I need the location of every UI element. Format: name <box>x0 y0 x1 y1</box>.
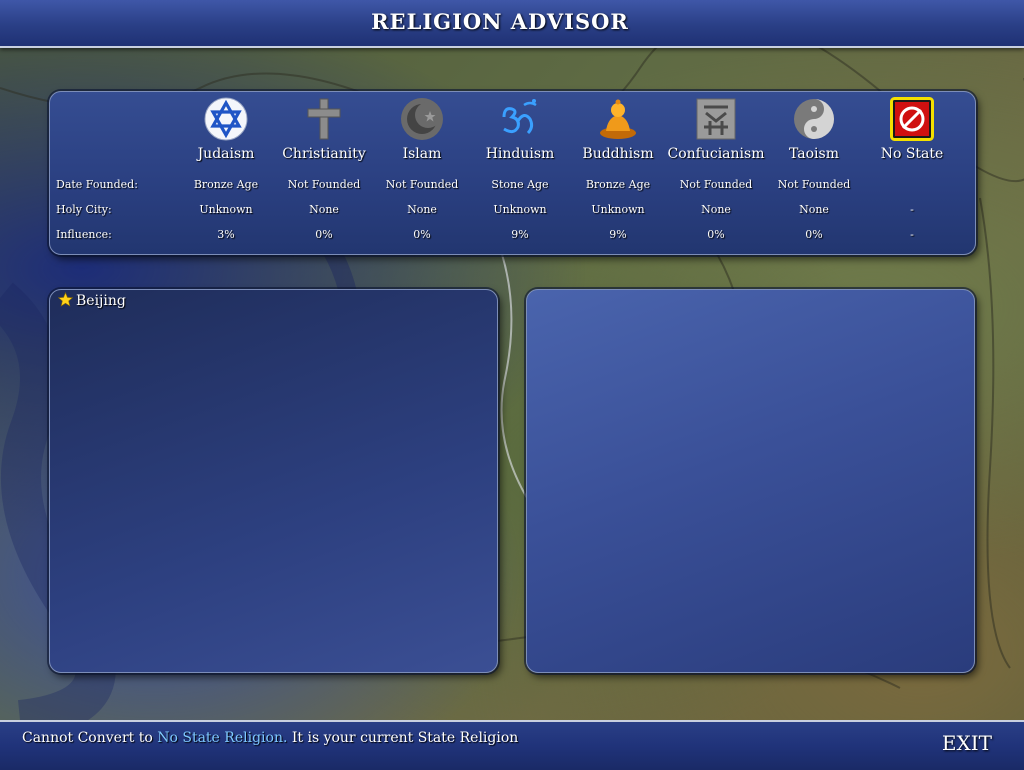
header-bar: RELIGION ADVISOR <box>0 0 1024 48</box>
crescent-icon[interactable] <box>400 97 444 141</box>
page-title: RELIGION ADVISOR <box>371 9 629 34</box>
yin-yang-icon[interactable] <box>792 97 836 141</box>
om-icon[interactable] <box>498 97 542 141</box>
star-of-david-icon[interactable] <box>204 97 248 141</box>
cross-icon[interactable] <box>302 97 346 141</box>
influence-value: - <box>910 228 914 241</box>
confucian-icon[interactable] <box>694 97 738 141</box>
footer-bar: Cannot Convert to No State Religion. It … <box>0 720 1024 770</box>
status-prefix: Cannot Convert to <box>22 730 158 746</box>
city-name: Beijing <box>76 293 126 309</box>
city-list-item[interactable]: Beijing <box>58 292 126 309</box>
date-founded-value: Not Founded <box>777 178 851 191</box>
row-label-influence: Influence: <box>56 228 112 241</box>
status-message: Cannot Convert to No State Religion. It … <box>22 730 518 746</box>
exit-button[interactable]: EXIT <box>942 731 992 755</box>
buddha-icon[interactable] <box>596 97 640 141</box>
city-list-panel: Beijing <box>49 289 498 673</box>
city-detail-panel <box>526 289 975 673</box>
capital-star-icon <box>58 292 73 307</box>
religion-table-panel: Date Founded: Holy City: Influence: Juda… <box>49 91 976 255</box>
status-highlight: No State Religion. <box>157 730 288 746</box>
no-state-icon[interactable] <box>890 97 934 141</box>
status-suffix: It is your current State Religion <box>287 730 519 746</box>
row-label-holy-city: Holy City: <box>56 203 112 216</box>
row-label-date-founded: Date Founded: <box>56 178 138 191</box>
religion-name: No State <box>880 146 944 162</box>
holy-city-value: - <box>910 203 914 216</box>
